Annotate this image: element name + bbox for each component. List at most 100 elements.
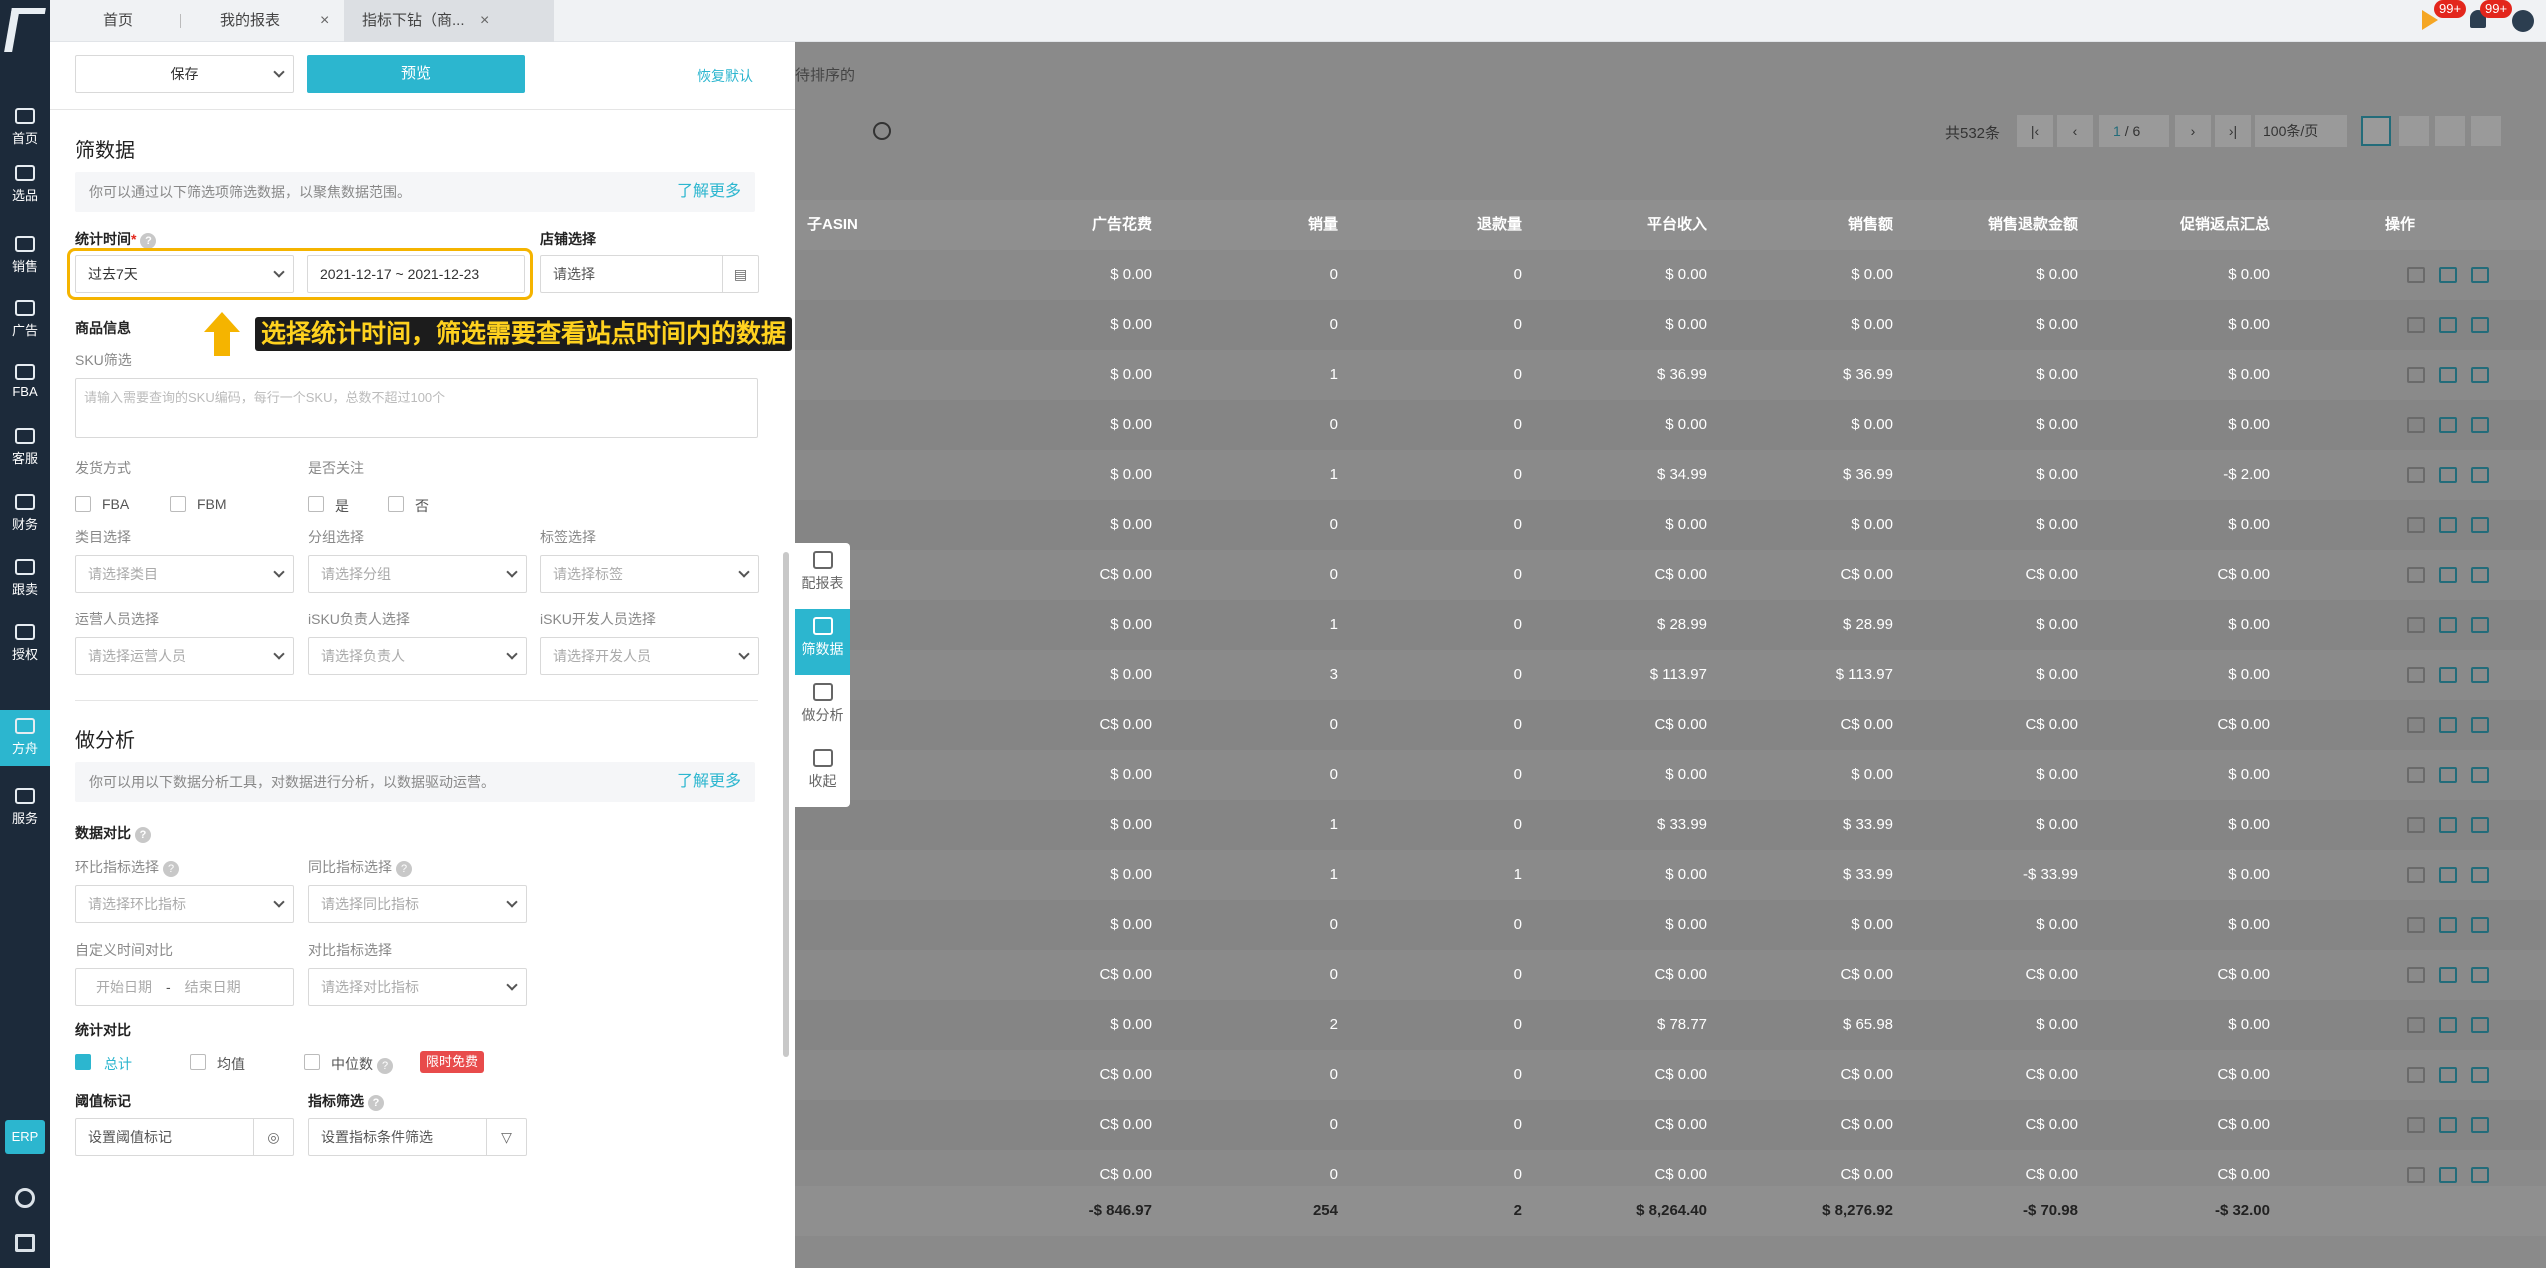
first-page-button[interactable]: |‹ (2017, 115, 2053, 147)
threshold-input[interactable]: 设置阈值标记 ◎ (75, 1118, 294, 1156)
column-header[interactable]: 销售额 (1693, 200, 1893, 250)
detail-icon[interactable] (2407, 917, 2425, 933)
detail-icon[interactable] (2407, 567, 2425, 583)
nav-item-service[interactable]: 客服 (0, 420, 50, 476)
nav-item-ark[interactable]: 方舟 (0, 710, 50, 766)
next-page-button[interactable]: › (2175, 115, 2211, 147)
nav-item-follow[interactable]: 跟卖 (0, 551, 50, 607)
table-view-icon[interactable] (2361, 116, 2391, 146)
gift-icon[interactable] (15, 1234, 35, 1252)
store-icon[interactable]: ▤ (722, 256, 758, 292)
tab-home[interactable]: 首页 (85, 0, 151, 42)
trend-icon[interactable] (2439, 317, 2457, 333)
trend-icon[interactable] (2439, 817, 2457, 833)
threshold-icon[interactable]: ◎ (253, 1119, 293, 1155)
nav-item-finance[interactable]: 财务 (0, 486, 50, 542)
column-header[interactable]: 促销返点汇总 (2070, 200, 2270, 250)
detail-icon[interactable] (2407, 417, 2425, 433)
trend-icon[interactable] (2439, 617, 2457, 633)
trend-icon[interactable] (2439, 267, 2457, 283)
column-header[interactable]: 平台收入 (1507, 200, 1707, 250)
detail-icon[interactable] (2407, 717, 2425, 733)
save-select[interactable]: 保存 (75, 55, 294, 93)
detail-icon[interactable] (2407, 1067, 2425, 1083)
nav-item-sales[interactable]: 销售 (0, 228, 50, 284)
chart-icon[interactable] (2471, 517, 2489, 533)
trend-icon[interactable] (2439, 567, 2457, 583)
chart-icon[interactable] (2471, 617, 2489, 633)
trend-icon[interactable] (2439, 717, 2457, 733)
chart-icon[interactable] (2471, 717, 2489, 733)
chart-icon[interactable] (2471, 967, 2489, 983)
last-page-button[interactable]: ›| (2215, 115, 2251, 147)
bar-chart-icon[interactable] (2435, 116, 2465, 146)
detail-icon[interactable] (2407, 467, 2425, 483)
app-logo[interactable] (4, 8, 46, 52)
chart-icon[interactable] (2471, 317, 2489, 333)
chart-icon[interactable] (2471, 817, 2489, 833)
detail-icon[interactable] (2407, 817, 2425, 833)
filter-icon[interactable]: ▽ (486, 1119, 526, 1155)
follow-yes-checkbox[interactable] (308, 496, 324, 512)
trend-icon[interactable] (2439, 767, 2457, 783)
nav-item-home[interactable]: 首页 (0, 100, 50, 156)
chart-icon[interactable] (2471, 417, 2489, 433)
tag-select[interactable]: 请选择标签 (540, 555, 759, 593)
nav-item-ads[interactable]: 广告 (0, 292, 50, 348)
close-icon[interactable]: × (480, 0, 489, 42)
compare-metric-select[interactable]: 请选择对比指标 (308, 968, 527, 1006)
prev-page-button[interactable]: ‹ (2057, 115, 2093, 147)
detail-icon[interactable] (2407, 867, 2425, 883)
metric-filter-input[interactable]: 设置指标条件筛选 ▽ (308, 1118, 527, 1156)
nav-item-select[interactable]: 选品 (0, 157, 50, 213)
trend-icon[interactable] (2439, 1167, 2457, 1183)
rail-item-collapse[interactable]: 收起 (795, 741, 850, 807)
group-select[interactable]: 请选择分组 (308, 555, 527, 593)
trend-icon[interactable] (2439, 417, 2457, 433)
nav-item-services[interactable]: 服务 (0, 780, 50, 836)
nav-item-auth[interactable]: 授权 (0, 616, 50, 672)
trend-icon[interactable] (2439, 917, 2457, 933)
avatar[interactable] (2512, 10, 2534, 32)
chart-icon[interactable] (2471, 367, 2489, 383)
page-input[interactable]: 1 / 6 (2099, 115, 2169, 147)
pie-chart-icon[interactable] (2471, 116, 2501, 146)
rail-item-analyze[interactable]: 做分析 (795, 675, 850, 741)
trend-icon[interactable] (2439, 1067, 2457, 1083)
trend-icon[interactable] (2439, 1117, 2457, 1133)
close-icon[interactable]: × (320, 0, 329, 42)
panel-scrollbar[interactable] (783, 552, 789, 1057)
stat-time-select[interactable]: 过去7天 (75, 255, 294, 293)
date-range-picker[interactable]: 2021-12-17 ~ 2021-12-23 (307, 255, 525, 293)
dev-select[interactable]: 请选择开发人员 (540, 637, 759, 675)
column-header[interactable]: 退款量 (1322, 200, 1522, 250)
help-icon[interactable]: ? (163, 861, 179, 877)
sku-textarea[interactable]: 请输入需要查询的SKU编码，每行一个SKU，总数不超过100个 (75, 378, 758, 438)
fba-checkbox[interactable] (75, 496, 91, 512)
learn-more-link[interactable]: 了解更多 (677, 172, 741, 212)
trend-icon[interactable] (2439, 667, 2457, 683)
chart-icon[interactable] (2471, 1017, 2489, 1033)
detail-icon[interactable] (2407, 1117, 2425, 1133)
trend-icon[interactable] (2439, 967, 2457, 983)
detail-icon[interactable] (2407, 317, 2425, 333)
learn-more-link[interactable]: 了解更多 (677, 762, 741, 802)
grid-view-icon[interactable] (2399, 116, 2429, 146)
detail-icon[interactable] (2407, 517, 2425, 533)
chart-icon[interactable] (2471, 567, 2489, 583)
column-header[interactable]: 子ASIN (807, 200, 858, 250)
chart-icon[interactable] (2471, 267, 2489, 283)
search-icon[interactable] (873, 122, 891, 140)
detail-icon[interactable] (2407, 617, 2425, 633)
chart-icon[interactable] (2471, 917, 2489, 933)
ops-select[interactable]: 请选择运营人员 (75, 637, 294, 675)
owner-select[interactable]: 请选择负责人 (308, 637, 527, 675)
column-header[interactable]: 销量 (1138, 200, 1338, 250)
tab-my-reports[interactable]: 我的报表 (202, 0, 298, 42)
detail-icon[interactable] (2407, 767, 2425, 783)
custom-date-range[interactable]: 开始日期 - 结束日期 (75, 968, 294, 1006)
nav-item-fba[interactable]: FBA (0, 356, 50, 412)
detail-icon[interactable] (2407, 1017, 2425, 1033)
detail-icon[interactable] (2407, 967, 2425, 983)
chart-icon[interactable] (2471, 767, 2489, 783)
